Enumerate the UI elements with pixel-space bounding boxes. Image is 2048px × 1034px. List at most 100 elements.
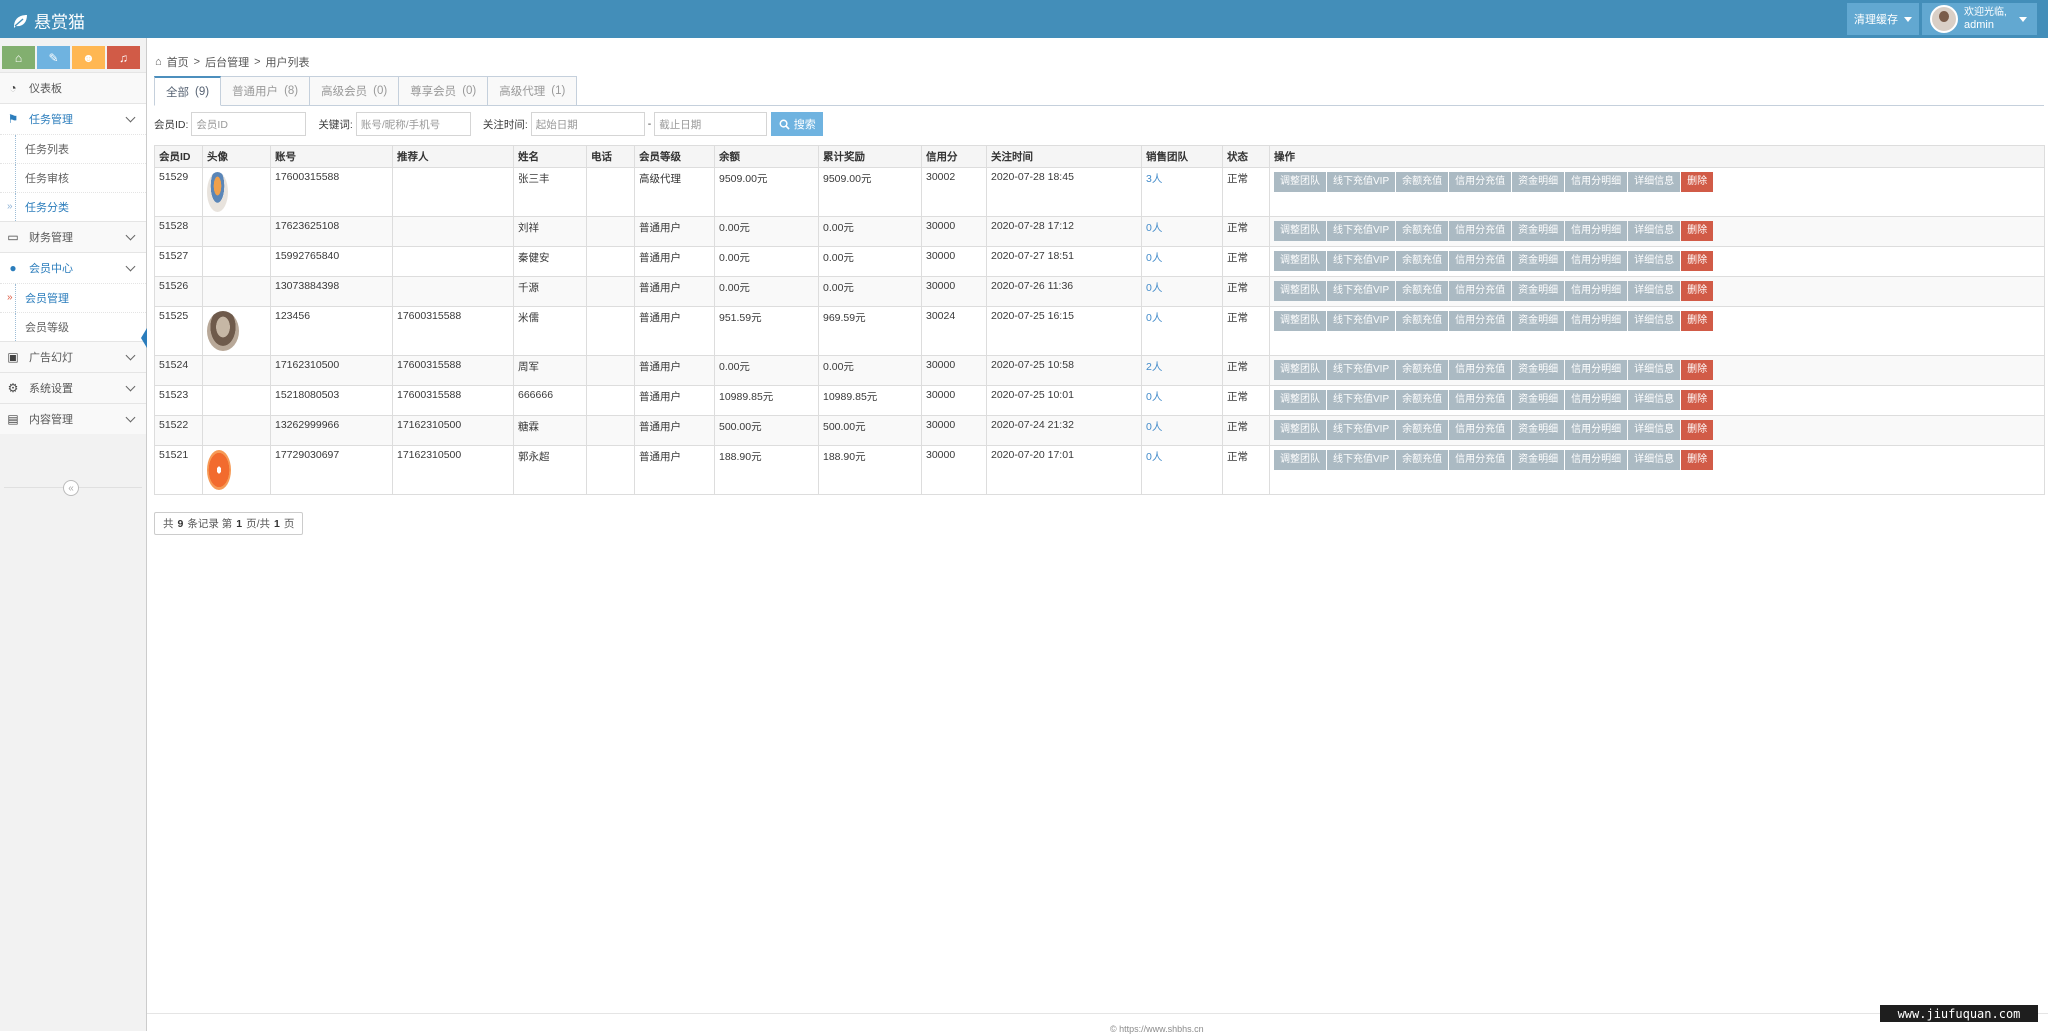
sidebar-collapse-button[interactable]: «	[63, 480, 79, 496]
detail-info-button[interactable]: 详细信息	[1628, 172, 1681, 192]
tab-premium-members[interactable]: 尊享会员 (0)	[398, 76, 489, 106]
sidebar-subitem-task-review[interactable]: 任务审核	[0, 163, 146, 192]
delete-button[interactable]: 删除	[1681, 390, 1714, 410]
detail-info-button[interactable]: 详细信息	[1628, 221, 1681, 241]
sidebar-subitem-member-manage[interactable]: » 会员管理	[0, 283, 146, 312]
offline-vip-button[interactable]: 线下充值VIP	[1327, 281, 1396, 301]
funds-detail-button[interactable]: 资金明细	[1512, 221, 1565, 241]
start-date-input[interactable]: 起始日期	[530, 112, 645, 136]
delete-button[interactable]: 删除	[1681, 360, 1714, 380]
credit-detail-button[interactable]: 信用分明细	[1565, 450, 1628, 470]
delete-button[interactable]: 删除	[1681, 450, 1714, 470]
credit-recharge-button[interactable]: 信用分充值	[1449, 251, 1512, 271]
shortcut-home-button[interactable]: ⌂	[2, 46, 35, 69]
credit-recharge-button[interactable]: 信用分充值	[1449, 390, 1512, 410]
credit-recharge-button[interactable]: 信用分充值	[1449, 281, 1512, 301]
delete-button[interactable]: 删除	[1681, 172, 1714, 192]
sidebar-item-ads[interactable]: ▣ 广告幻灯	[0, 341, 146, 372]
balance-recharge-button[interactable]: 余额充值	[1396, 311, 1449, 331]
detail-info-button[interactable]: 详细信息	[1628, 311, 1681, 331]
credit-recharge-button[interactable]: 信用分充值	[1449, 450, 1512, 470]
credit-recharge-button[interactable]: 信用分充值	[1449, 311, 1512, 331]
credit-detail-button[interactable]: 信用分明细	[1565, 172, 1628, 192]
funds-detail-button[interactable]: 资金明细	[1512, 360, 1565, 380]
tab-senior-members[interactable]: 高级会员 (0)	[309, 76, 400, 106]
adjust-team-button[interactable]: 调整团队	[1274, 251, 1326, 271]
detail-info-button[interactable]: 详细信息	[1628, 420, 1681, 440]
adjust-team-button[interactable]: 调整团队	[1274, 420, 1326, 440]
adjust-team-button[interactable]: 调整团队	[1274, 172, 1326, 192]
sidebar-item-members[interactable]: ● 会员中心	[0, 252, 146, 283]
sidebar-subitem-task-category[interactable]: » 任务分类	[0, 192, 146, 221]
balance-recharge-button[interactable]: 余额充值	[1396, 390, 1449, 410]
user-menu[interactable]: 欢迎光临, admin	[1922, 3, 2037, 35]
offline-vip-button[interactable]: 线下充值VIP	[1327, 172, 1396, 192]
sidebar-item-settings[interactable]: ⚙ 系统设置	[0, 372, 146, 403]
credit-recharge-button[interactable]: 信用分充值	[1449, 360, 1512, 380]
offline-vip-button[interactable]: 线下充值VIP	[1327, 390, 1396, 410]
funds-detail-button[interactable]: 资金明细	[1512, 450, 1565, 470]
credit-detail-button[interactable]: 信用分明细	[1565, 390, 1628, 410]
detail-info-button[interactable]: 详细信息	[1628, 251, 1681, 271]
sidebar-item-dashboard[interactable]: ◔ 仪表板	[0, 72, 146, 103]
tab-normal-users[interactable]: 普通用户 (8)	[220, 76, 311, 106]
funds-detail-button[interactable]: 资金明细	[1512, 281, 1565, 301]
credit-detail-button[interactable]: 信用分明细	[1565, 221, 1628, 241]
credit-recharge-button[interactable]: 信用分充值	[1449, 221, 1512, 241]
funds-detail-button[interactable]: 资金明细	[1512, 251, 1565, 271]
funds-detail-button[interactable]: 资金明细	[1512, 420, 1565, 440]
credit-detail-button[interactable]: 信用分明细	[1565, 311, 1628, 331]
balance-recharge-button[interactable]: 余额充值	[1396, 360, 1449, 380]
balance-recharge-button[interactable]: 余额充值	[1396, 251, 1449, 271]
cell-team-text[interactable]: 2人	[1146, 361, 1162, 373]
keyword-input[interactable]: 账号/昵称/手机号	[355, 112, 471, 136]
cell-team-text[interactable]: 0人	[1146, 282, 1162, 294]
detail-info-button[interactable]: 详细信息	[1628, 360, 1681, 380]
sidebar-item-finance[interactable]: ▭ 财务管理	[0, 221, 146, 252]
delete-button[interactable]: 删除	[1681, 221, 1714, 241]
balance-recharge-button[interactable]: 余额充值	[1396, 172, 1449, 192]
cell-team-text[interactable]: 0人	[1146, 252, 1162, 264]
shortcut-users-button[interactable]: ☻	[72, 46, 105, 69]
balance-recharge-button[interactable]: 余额充值	[1396, 450, 1449, 470]
sidebar-item-content[interactable]: ▤ 内容管理	[0, 403, 146, 434]
offline-vip-button[interactable]: 线下充值VIP	[1327, 420, 1396, 440]
delete-button[interactable]: 删除	[1681, 420, 1714, 440]
cell-team-text[interactable]: 0人	[1146, 451, 1162, 463]
adjust-team-button[interactable]: 调整团队	[1274, 450, 1326, 470]
cell-team-text[interactable]: 0人	[1146, 421, 1162, 433]
credit-detail-button[interactable]: 信用分明细	[1565, 420, 1628, 440]
brand[interactable]: 悬赏猫	[12, 8, 85, 33]
adjust-team-button[interactable]: 调整团队	[1274, 221, 1326, 241]
breadcrumb-admin[interactable]: 后台管理	[205, 54, 249, 70]
sidebar-subitem-task-list[interactable]: 任务列表	[0, 134, 146, 163]
balance-recharge-button[interactable]: 余额充值	[1396, 221, 1449, 241]
offline-vip-button[interactable]: 线下充值VIP	[1327, 251, 1396, 271]
adjust-team-button[interactable]: 调整团队	[1274, 311, 1326, 331]
end-date-input[interactable]: 截止日期	[654, 112, 768, 136]
funds-detail-button[interactable]: 资金明细	[1512, 311, 1565, 331]
detail-info-button[interactable]: 详细信息	[1628, 281, 1681, 301]
delete-button[interactable]: 删除	[1681, 251, 1714, 271]
funds-detail-button[interactable]: 资金明细	[1512, 172, 1565, 192]
offline-vip-button[interactable]: 线下充值VIP	[1327, 360, 1396, 380]
credit-detail-button[interactable]: 信用分明细	[1565, 281, 1628, 301]
adjust-team-button[interactable]: 调整团队	[1274, 360, 1326, 380]
offline-vip-button[interactable]: 线下充值VIP	[1327, 450, 1396, 470]
credit-recharge-button[interactable]: 信用分充值	[1449, 172, 1512, 192]
offline-vip-button[interactable]: 线下充值VIP	[1327, 311, 1396, 331]
clear-cache-button[interactable]: 清理缓存	[1847, 3, 1919, 35]
credit-recharge-button[interactable]: 信用分充值	[1449, 420, 1512, 440]
credit-detail-button[interactable]: 信用分明细	[1565, 360, 1628, 380]
cell-team-text[interactable]: 0人	[1146, 391, 1162, 403]
search-button[interactable]: 搜索	[771, 112, 824, 136]
offline-vip-button[interactable]: 线下充值VIP	[1327, 221, 1396, 241]
sidebar-subitem-member-level[interactable]: 会员等级	[0, 312, 146, 341]
member-id-input[interactable]: 会员ID	[191, 112, 307, 136]
funds-detail-button[interactable]: 资金明细	[1512, 390, 1565, 410]
breadcrumb-home[interactable]: 首页	[167, 54, 189, 70]
adjust-team-button[interactable]: 调整团队	[1274, 390, 1326, 410]
delete-button[interactable]: 删除	[1681, 311, 1714, 331]
balance-recharge-button[interactable]: 余额充值	[1396, 281, 1449, 301]
tab-senior-agents[interactable]: 高级代理 (1)	[487, 76, 578, 106]
